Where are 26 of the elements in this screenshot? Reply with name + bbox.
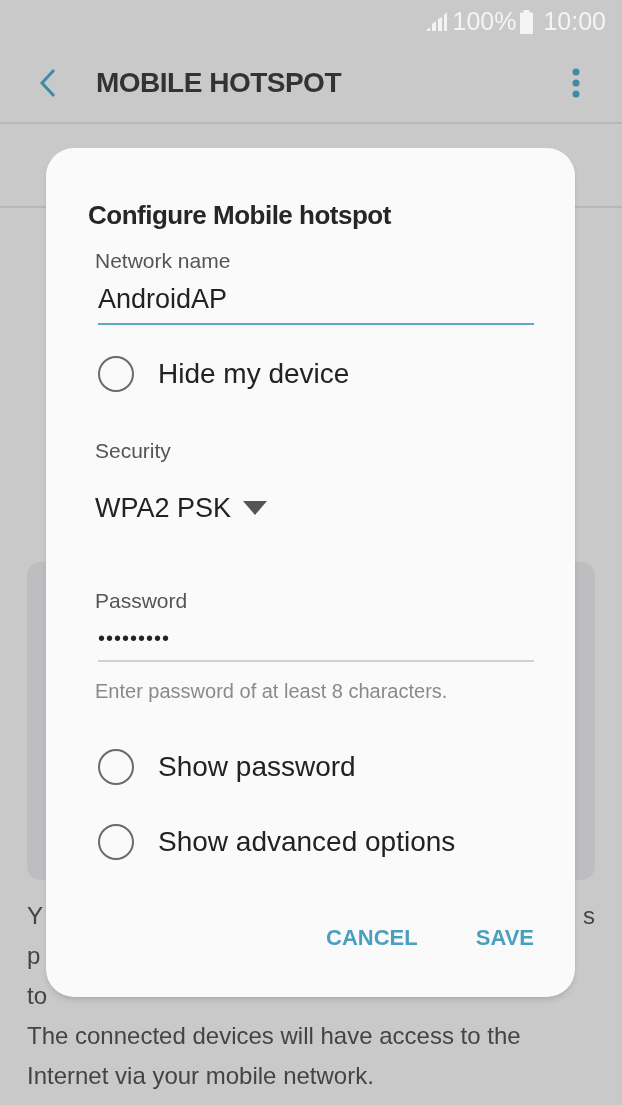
password-hint: Enter password of at least 8 characters. (95, 679, 448, 704)
password-field[interactable]: ••••••••• (98, 616, 534, 662)
dialog-title: Configure Mobile hotspot (88, 199, 391, 232)
network-name-field[interactable]: AndroidAP (98, 276, 534, 325)
battery-icon (520, 10, 534, 34)
signal-icon (424, 11, 449, 33)
option-label: Hide my device (158, 356, 350, 391)
description-text: p (27, 941, 41, 971)
description-text: Internet via your mobile network. (27, 1061, 374, 1091)
back-icon (39, 68, 57, 98)
radio-button[interactable] (98, 355, 134, 392)
field-label: Security (95, 437, 171, 464)
more-options-icon (572, 68, 580, 98)
description-text: s (583, 901, 595, 931)
description-text: to (27, 981, 47, 1011)
radio-button[interactable] (98, 824, 134, 860)
field-label: Network name (95, 248, 231, 274)
radio-button[interactable] (98, 749, 134, 785)
description-text: Y (27, 901, 43, 931)
description-text: The connected devices will have access to the (27, 1021, 521, 1051)
option-label: Show advanced options (158, 825, 456, 859)
option-label: Show password (158, 750, 356, 784)
security-dropdown[interactable]: WPA2 PSK (95, 488, 268, 529)
dropdown-caret-icon (243, 501, 268, 516)
field-label: Password (95, 587, 188, 614)
screen-title: MOBILE HOTSPOT (96, 66, 341, 100)
